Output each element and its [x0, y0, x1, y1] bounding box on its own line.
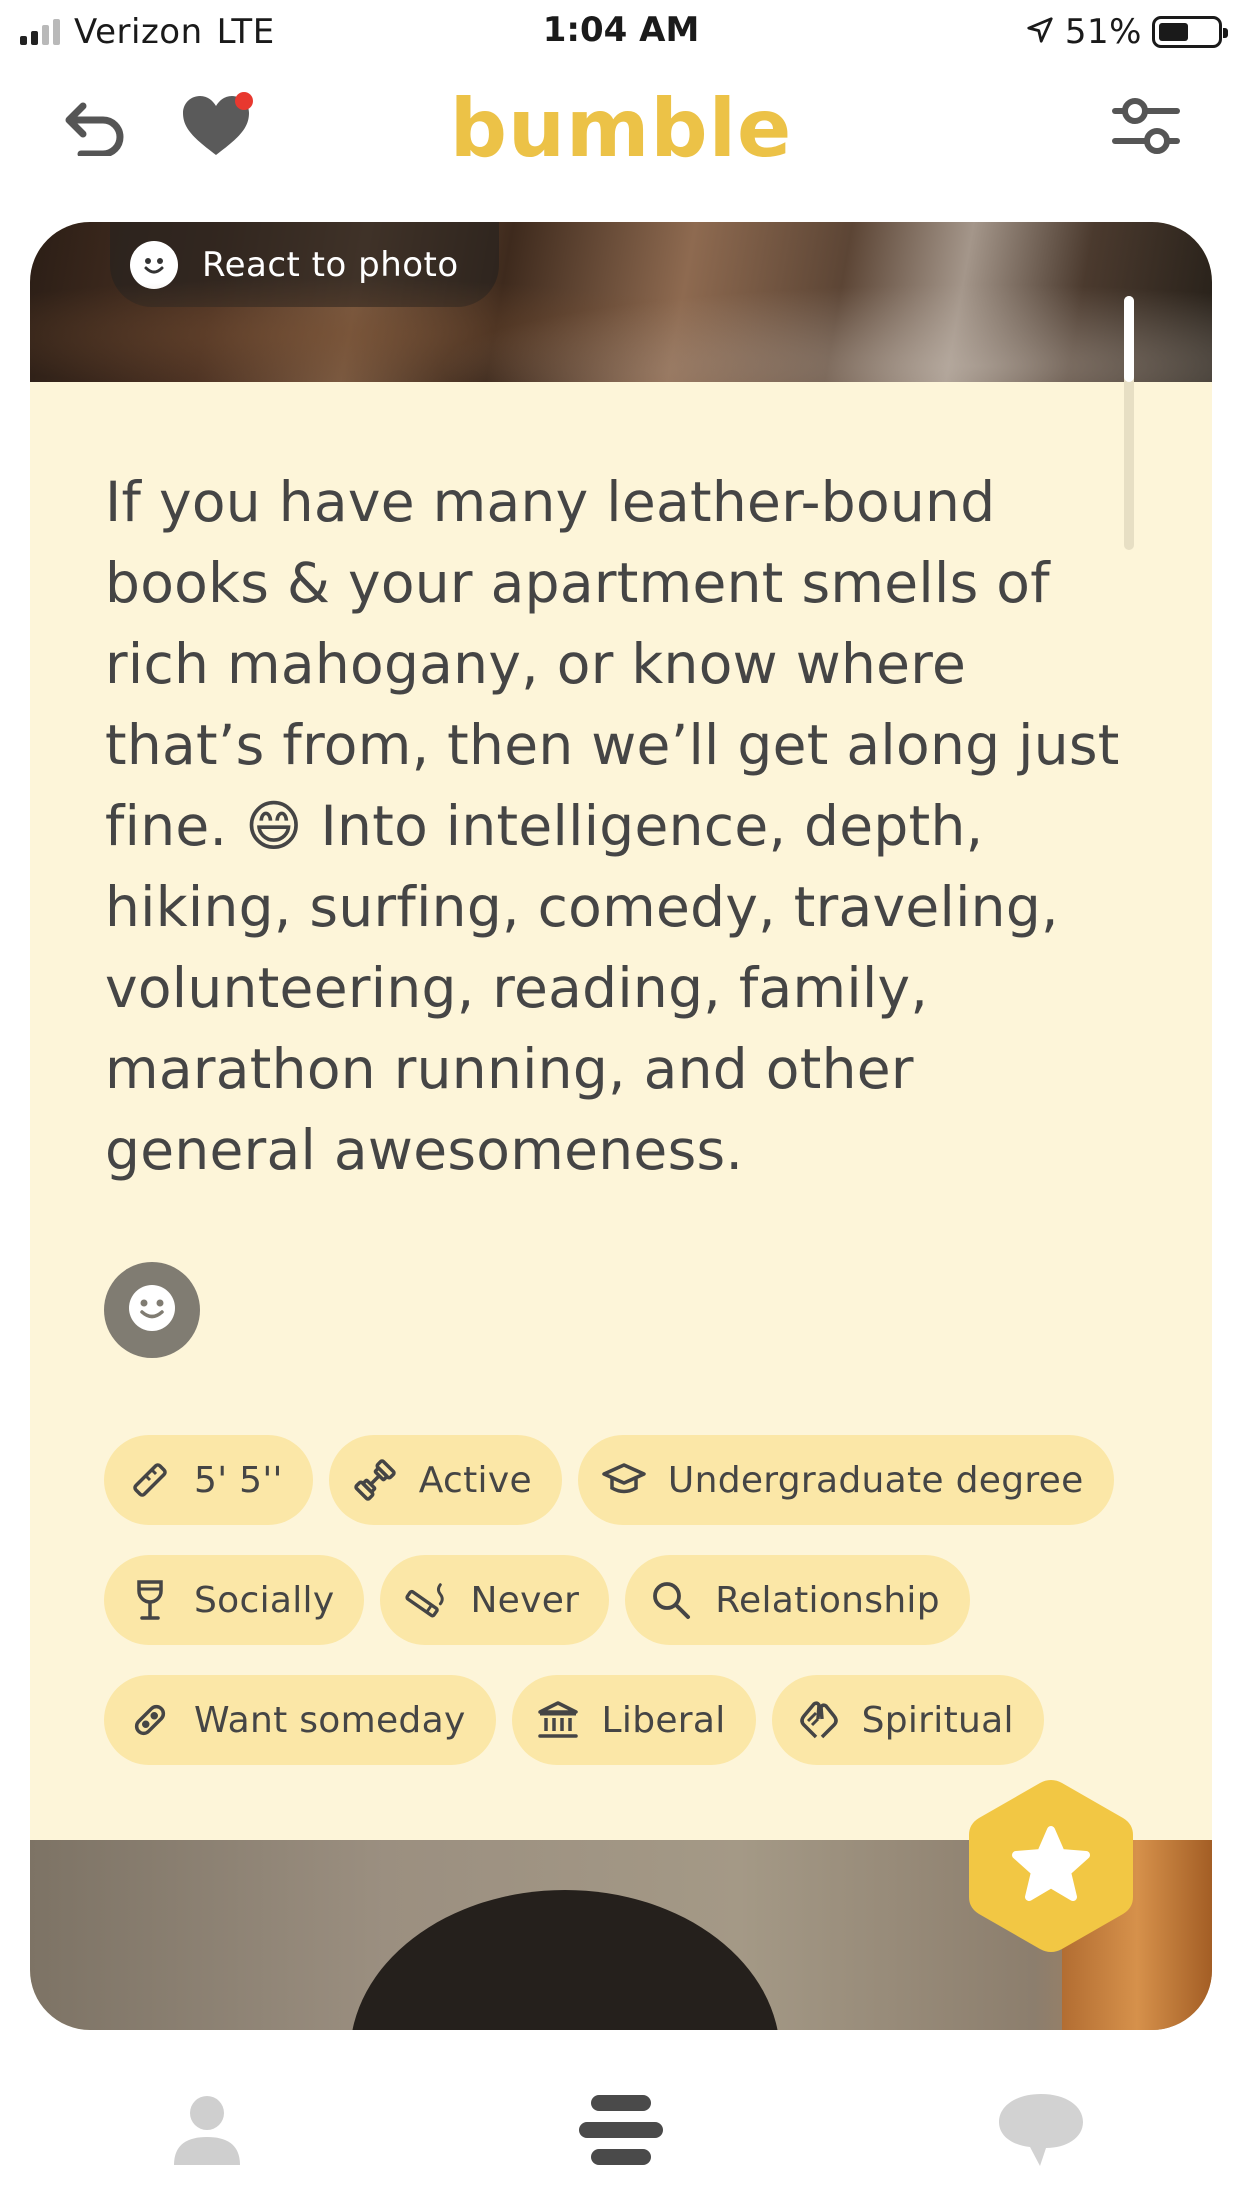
badge-label: Undergraduate degree [667, 1459, 1084, 1501]
nav-profile[interactable] [152, 2080, 262, 2180]
react-to-bio-button[interactable] [104, 1262, 200, 1358]
badge-height: 5' 5'' [104, 1435, 313, 1525]
badge-smoking: Never [380, 1555, 610, 1645]
badge-exercise: Active [328, 1435, 562, 1525]
badge-label: Want someday [194, 1699, 466, 1741]
profile-card[interactable]: React to photo If you have many leather-… [30, 222, 1212, 2030]
cigarette-icon [404, 1578, 448, 1622]
status-bar: Verizon LTE 1:04 AM 51% [0, 0, 1242, 62]
profile-bio: If you have many leather-bound books & y… [105, 470, 1120, 1182]
react-to-photo-button[interactable]: React to photo [110, 222, 499, 307]
chat-bubble-icon [999, 2094, 1083, 2166]
profile-photo-top[interactable]: React to photo [30, 222, 1212, 382]
profile-badges: 5' 5'' Active Undergraduate degree Socia… [104, 1435, 1144, 1795]
badge-label: Spiritual [861, 1699, 1014, 1741]
praying-hands-icon [796, 1698, 840, 1742]
smiley-icon [130, 240, 178, 289]
discover-stack-icon [579, 2095, 663, 2165]
badge-label: Relationship [715, 1579, 940, 1621]
badge-label: Never [470, 1579, 580, 1621]
smiley-icon [127, 1283, 177, 1337]
dumbbell-icon [353, 1458, 397, 1502]
react-to-photo-label: React to photo [202, 244, 459, 285]
superswipe-button[interactable] [965, 1776, 1137, 1956]
badge-religion: Spiritual [771, 1675, 1044, 1765]
badge-row: Socially Never Relationship [104, 1555, 1144, 1645]
star-icon [969, 1780, 1133, 1952]
bottom-nav [0, 2050, 1242, 2208]
location-arrow-icon [1025, 15, 1055, 49]
wine-glass-icon [128, 1578, 172, 1622]
sliders-filter-icon [1111, 93, 1181, 163]
badge-politics: Liberal [511, 1675, 756, 1765]
badge-looking-for: Relationship [625, 1555, 970, 1645]
profile-icon [174, 2096, 240, 2165]
badge-row: Want someday Liberal Spiritual [104, 1675, 1144, 1765]
badge-label: Socially [194, 1579, 335, 1621]
badge-education: Undergraduate degree [577, 1435, 1114, 1525]
battery-icon [1152, 16, 1228, 48]
pacifier-icon [128, 1698, 172, 1742]
graduation-cap-icon [602, 1458, 646, 1502]
filters-button[interactable] [1106, 88, 1186, 168]
badge-drinking: Socially [104, 1555, 365, 1645]
badge-row: 5' 5'' Active Undergraduate degree [104, 1435, 1144, 1525]
photo-subject [350, 1890, 780, 2030]
scrollbar-thumb[interactable] [1124, 296, 1134, 382]
badge-kids: Want someday [104, 1675, 496, 1765]
government-building-icon [536, 1698, 580, 1742]
nav-chats[interactable] [986, 2080, 1096, 2180]
badge-label: 5' 5'' [194, 1459, 283, 1501]
search-icon [649, 1578, 693, 1622]
badge-label: Active [418, 1459, 532, 1501]
app-header: bumble [0, 70, 1242, 180]
battery-percent: 51% [1064, 12, 1142, 52]
app-logo: bumble [449, 82, 793, 175]
badge-label: Liberal [601, 1699, 726, 1741]
status-right: 51% [1025, 10, 1228, 54]
nav-discover[interactable] [566, 2080, 676, 2180]
ruler-icon [128, 1458, 172, 1502]
